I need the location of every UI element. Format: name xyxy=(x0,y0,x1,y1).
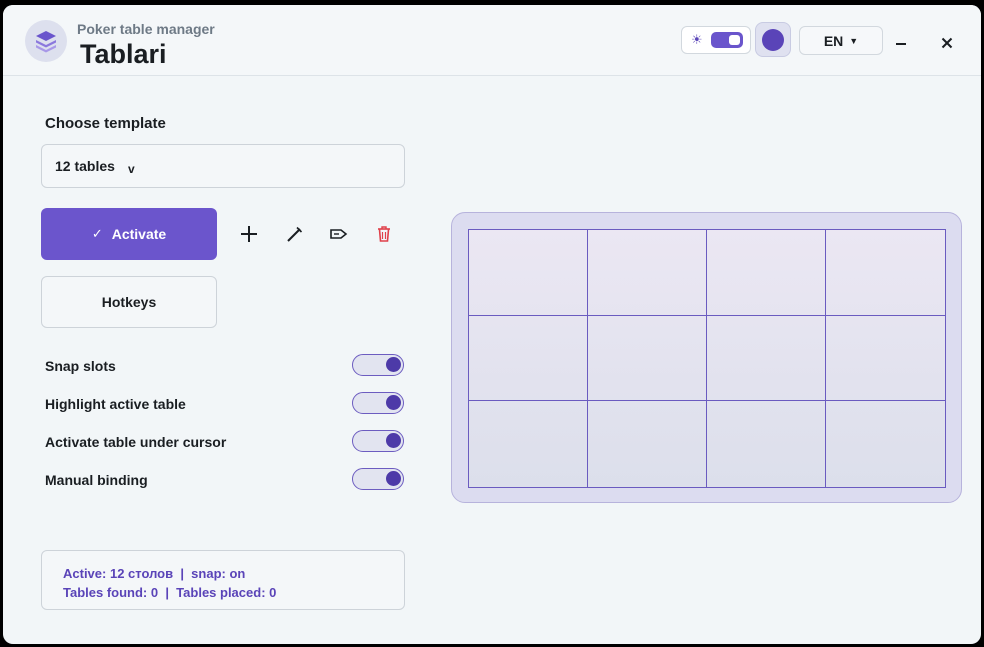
table-slot[interactable] xyxy=(588,401,707,487)
language-label: EN xyxy=(823,32,844,49)
app-subtitle: Poker table manager xyxy=(77,21,215,37)
accent-dot-icon xyxy=(762,28,784,51)
add-template-button[interactable] xyxy=(236,221,262,247)
table-slot[interactable] xyxy=(826,316,945,401)
table-grid xyxy=(468,229,946,488)
status-line-tables: Tables found: 0 | Tables placed: 0 xyxy=(63,585,277,600)
toggle-label: Highlight active table xyxy=(45,396,186,412)
app-title: Tablari xyxy=(80,39,167,69)
activate-button[interactable]: ✓ Activate xyxy=(41,208,217,260)
status-panel: Active: 12 столов | snap: on Tables foun… xyxy=(41,550,405,610)
rename-template-button[interactable] xyxy=(326,221,352,247)
trash-icon xyxy=(378,226,390,242)
hotkeys-label: Hotkeys xyxy=(101,294,157,310)
table-slot[interactable] xyxy=(707,230,826,316)
toggle-label: Snap slots xyxy=(45,358,116,374)
minimize-button[interactable] xyxy=(889,31,913,55)
table-slot[interactable] xyxy=(707,401,826,487)
snap-slots-switch[interactable] xyxy=(352,354,404,376)
highlight-active-switch[interactable] xyxy=(352,392,404,414)
tag-icon xyxy=(330,229,348,239)
close-icon xyxy=(941,37,953,49)
status-line-active: Active: 12 столов | snap: on xyxy=(63,566,246,581)
template-label: Choose template xyxy=(45,115,166,132)
table-slot[interactable] xyxy=(588,316,707,401)
table-slot[interactable] xyxy=(469,316,588,401)
hotkeys-button[interactable]: Hotkeys xyxy=(41,276,217,328)
plus-icon xyxy=(241,226,257,242)
language-select[interactable]: EN ▼ xyxy=(799,26,883,55)
theme-toggle[interactable]: ☀ xyxy=(681,26,751,54)
title-bar: Poker table manager Tablari ☀ EN ▼ xyxy=(3,5,981,76)
edit-template-button[interactable] xyxy=(281,221,307,247)
table-slot[interactable] xyxy=(707,316,826,401)
table-slot[interactable] xyxy=(588,230,707,316)
layout-preview xyxy=(451,212,962,503)
close-button[interactable] xyxy=(935,31,959,55)
table-slot[interactable] xyxy=(826,230,945,316)
table-slot[interactable] xyxy=(469,230,588,316)
pencil-icon xyxy=(287,226,303,242)
toggle-row-highlight-active: Highlight active table xyxy=(45,392,405,416)
activate-under-cursor-switch[interactable] xyxy=(352,430,404,452)
sun-icon: ☀ xyxy=(691,32,703,47)
toggle-label: Activate table under cursor xyxy=(45,434,227,450)
app-window: Poker table manager Tablari ☀ EN ▼ Choos… xyxy=(3,5,981,644)
table-slot[interactable] xyxy=(826,401,945,487)
accent-color-button[interactable] xyxy=(755,22,791,57)
toggle-label: Manual binding xyxy=(45,472,148,488)
delete-template-button[interactable] xyxy=(371,221,397,247)
caret-down-icon: ▼ xyxy=(849,35,859,46)
template-select[interactable]: 12 tables v xyxy=(41,144,405,188)
toggle-row-activate-under-cursor: Activate table under cursor xyxy=(45,430,405,454)
table-slot[interactable] xyxy=(469,401,588,487)
chevron-down-icon: v xyxy=(128,162,135,176)
theme-switch[interactable] xyxy=(711,32,743,48)
template-selected-value: 12 tables xyxy=(55,158,115,174)
manual-binding-switch[interactable] xyxy=(352,468,404,490)
activate-label: Activate xyxy=(111,226,167,242)
toggle-row-manual-binding: Manual binding xyxy=(45,468,405,492)
app-logo-icon xyxy=(25,20,67,62)
check-icon: ✓ xyxy=(91,226,103,241)
minimize-icon xyxy=(896,43,906,45)
toggle-row-snap-slots: Snap slots xyxy=(45,354,405,378)
